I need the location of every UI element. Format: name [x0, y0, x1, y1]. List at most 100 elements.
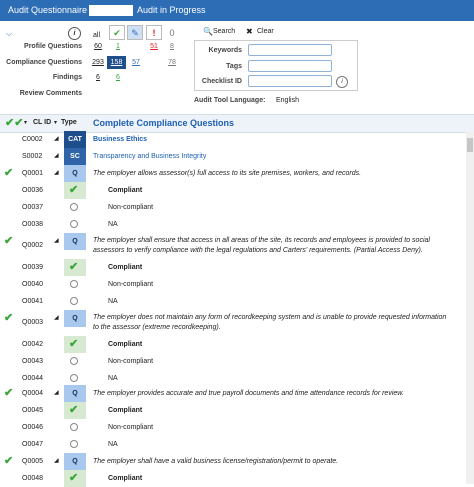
checklist-info-icon[interactable]: i — [336, 76, 348, 88]
clear-button[interactable]: Clear — [257, 28, 274, 35]
selected-check-icon[interactable]: ✔ — [69, 402, 78, 419]
expand-icon[interactable]: ◢ — [54, 165, 59, 182]
compliance-count-pencil[interactable]: 57 — [127, 59, 145, 66]
expand-icon[interactable]: ◢ — [54, 453, 59, 470]
table-row[interactable]: O0048 ✔ Compliant — [0, 470, 466, 487]
grid-scrollbar[interactable] — [466, 131, 474, 484]
row-id: O0048 — [22, 475, 44, 482]
answer-radio[interactable] — [70, 423, 78, 431]
row-id: Q0005 — [22, 458, 44, 465]
row-text[interactable]: Non-compliant — [108, 199, 153, 216]
col-id-header[interactable]: CL ID — [33, 119, 51, 126]
table-row[interactable]: O0042 ✔ Compliant — [0, 336, 466, 353]
filter-flag-icon[interactable]: ! — [146, 25, 162, 40]
row-text[interactable]: NA — [108, 436, 118, 453]
row-text[interactable]: Compliant — [108, 402, 142, 419]
findings-count-check[interactable]: 6 — [109, 74, 127, 81]
search-icon[interactable]: 🔍 — [203, 27, 213, 36]
row-id: O0043 — [22, 358, 44, 365]
table-row[interactable]: ✔ Q0004 ◢ Q The employer provides accura… — [0, 385, 466, 402]
row-text[interactable]: The employer does not maintain any form … — [93, 313, 446, 323]
row-text[interactable]: NA — [108, 216, 118, 233]
answer-radio[interactable] — [70, 203, 78, 211]
profile-count-all[interactable]: 60 — [89, 43, 107, 50]
answer-radio[interactable] — [70, 280, 78, 288]
profile-count-flag[interactable]: 51 — [145, 43, 163, 50]
table-row[interactable]: O0041 NA — [0, 293, 466, 310]
tags-input[interactable] — [248, 60, 332, 72]
selected-check-icon[interactable]: ✔ — [69, 470, 78, 487]
table-row[interactable]: O0043 Non-compliant — [0, 353, 466, 370]
language-value: English — [276, 97, 299, 104]
expand-icon[interactable]: ◢ — [54, 233, 59, 250]
row-text[interactable]: Transparency and Business Integrity — [93, 148, 206, 165]
table-row[interactable]: O0037 Non-compliant — [0, 199, 466, 216]
expand-icon[interactable]: ◢ — [54, 131, 59, 148]
row-text-line2[interactable]: to the assessor (extreme recordkeeping). — [93, 323, 221, 333]
checklist-id-input[interactable] — [248, 75, 332, 87]
table-row[interactable]: ✔ Q0001 ◢ Q The employer allows assessor… — [0, 165, 466, 182]
filter-check-icon[interactable]: ✔ — [109, 25, 125, 40]
table-row[interactable]: S0002 ◢ SC Transparency and Business Int… — [0, 148, 466, 165]
table-row[interactable]: O0040 Non-compliant — [0, 276, 466, 293]
expand-icon[interactable]: ◢ — [54, 148, 59, 165]
expand-icon[interactable]: ◢ — [54, 310, 59, 327]
answered-check-icon: ✔ — [4, 235, 14, 247]
table-row[interactable]: O0047 NA — [0, 436, 466, 453]
answer-radio[interactable] — [70, 357, 78, 365]
table-row[interactable]: ✔ Q0003 ◢ Q The employer does not mainta… — [0, 310, 466, 336]
col-type-header[interactable]: Type — [61, 119, 77, 126]
selected-check-icon[interactable]: ✔ — [69, 259, 78, 276]
compliance-questions-label: Compliance Questions — [6, 59, 82, 66]
row-text[interactable]: The employer shall have a valid business… — [93, 453, 338, 470]
search-button[interactable]: Search — [213, 28, 235, 35]
answered-check-icon: ✔ — [4, 312, 14, 324]
grid-scrollbar-thumb[interactable] — [467, 138, 473, 152]
answer-radio[interactable] — [70, 374, 78, 382]
keywords-input[interactable] — [248, 44, 332, 56]
answer-radio[interactable] — [70, 220, 78, 228]
table-row[interactable]: C0002 ◢ CAT Business Ethics — [0, 131, 466, 148]
compliance-count-zero[interactable]: 78 — [163, 59, 181, 66]
row-text-line2[interactable]: assessors to verify compliance with the … — [93, 246, 423, 256]
table-row[interactable]: O0045 ✔ Compliant — [0, 402, 466, 419]
table-row[interactable]: O0039 ✔ Compliant — [0, 259, 466, 276]
row-text[interactable]: Non-compliant — [108, 419, 153, 436]
compliance-count-all[interactable]: 293 — [89, 59, 107, 66]
collapse-chevron-icon[interactable]: ⌵ — [6, 29, 12, 39]
sort-type-icon[interactable]: ▾ — [54, 119, 57, 126]
answer-radio[interactable] — [70, 440, 78, 448]
compliance-count-check[interactable]: 158 — [107, 56, 126, 69]
sort-id-icon[interactable]: ▾ — [24, 119, 27, 126]
profile-count-check[interactable]: 1 — [109, 43, 127, 50]
table-row[interactable]: O0046 Non-compliant — [0, 419, 466, 436]
row-text[interactable]: The employer shall ensure that access in… — [93, 236, 430, 246]
row-text[interactable]: Compliant — [108, 470, 142, 487]
keywords-label: Keywords — [208, 47, 242, 54]
header-check-icon[interactable]: ✔✔ — [5, 116, 23, 129]
table-row[interactable]: ✔ Q0005 ◢ Q The employer shall have a va… — [0, 453, 466, 470]
table-row[interactable]: ✔ Q0002 ◢ Q The employer shall ensure th… — [0, 233, 466, 259]
table-row[interactable]: O0036 ✔ Compliant — [0, 182, 466, 199]
expand-icon[interactable]: ◢ — [54, 385, 59, 402]
row-text[interactable]: Non-compliant — [108, 276, 153, 293]
row-text[interactable]: The employer allows assessor(s) full acc… — [93, 165, 361, 182]
row-text[interactable]: The employer provides accurate and true … — [93, 385, 404, 402]
info-icon[interactable]: i — [68, 27, 81, 40]
row-text[interactable]: NA — [108, 293, 118, 310]
filter-zero-icon[interactable]: 0 — [164, 25, 180, 40]
selected-check-icon[interactable]: ✔ — [69, 182, 78, 199]
row-text[interactable]: Business Ethics — [93, 131, 147, 148]
profile-count-zero[interactable]: 8 — [163, 43, 181, 50]
row-text[interactable]: Compliant — [108, 182, 142, 199]
filter-pencil-icon[interactable]: ✎ — [127, 25, 143, 40]
row-text[interactable]: Non-compliant — [108, 353, 153, 370]
table-row[interactable]: O0038 NA — [0, 216, 466, 233]
selected-check-icon[interactable]: ✔ — [69, 336, 78, 353]
row-text[interactable]: Compliant — [108, 336, 142, 353]
row-text[interactable]: Compliant — [108, 259, 142, 276]
answer-radio[interactable] — [70, 297, 78, 305]
clear-icon[interactable]: ✖ — [246, 27, 253, 36]
all-label[interactable]: all — [93, 32, 100, 39]
findings-count-all[interactable]: 6 — [89, 74, 107, 81]
